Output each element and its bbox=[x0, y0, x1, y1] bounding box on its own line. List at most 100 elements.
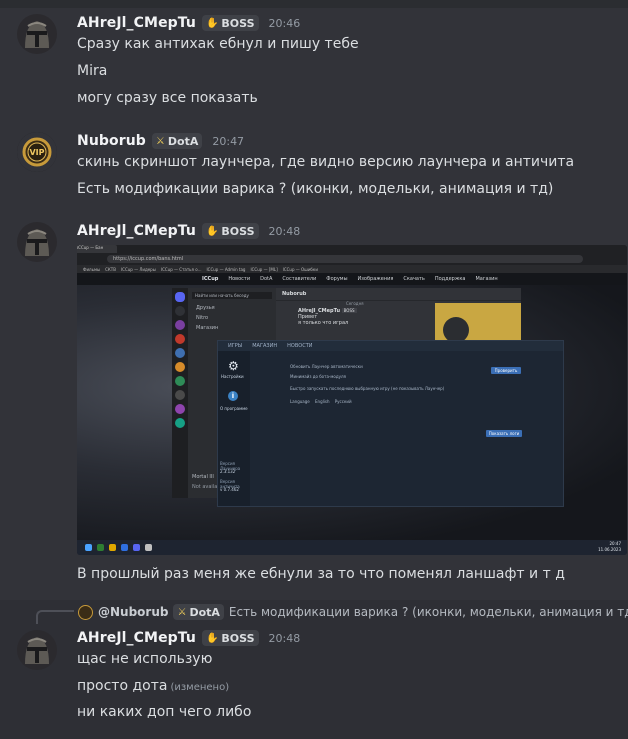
message-line-edited: просто дота (изменено) bbox=[77, 678, 229, 694]
bookmark-item[interactable]: СКТВ bbox=[105, 267, 116, 272]
language-option[interactable]: Русский bbox=[335, 399, 352, 404]
language-row: Language English Русский bbox=[290, 399, 352, 404]
message-line: ни каких доп чего либо bbox=[77, 704, 252, 720]
browser-chrome: ICCup — Бан https://iccup.com/bans.html … bbox=[77, 245, 627, 273]
taskbar-app-icon[interactable] bbox=[121, 544, 128, 551]
browser-tab[interactable]: ICCup — Бан bbox=[77, 245, 117, 253]
bookmark-item[interactable]: Фильмы bbox=[83, 267, 100, 272]
site-nav-item[interactable]: Новости bbox=[228, 276, 250, 282]
role-tag[interactable]: ✋ BOSS bbox=[201, 223, 259, 239]
reply-role-tag: ⚔ DotA bbox=[173, 604, 224, 620]
role-tag[interactable]: ✋ BOSS bbox=[201, 15, 259, 31]
author-name[interactable]: Nuborub bbox=[77, 133, 146, 149]
site-nav-item[interactable]: Изображения bbox=[358, 276, 394, 282]
taskbar-app-icon[interactable] bbox=[133, 544, 140, 551]
previous-message-strip bbox=[0, 0, 628, 8]
hand-icon: ✋ bbox=[205, 225, 219, 237]
avatar[interactable] bbox=[17, 14, 57, 54]
sword-icon: ⚔ bbox=[155, 135, 165, 147]
launcher-option[interactable]: Минимайз до бота-модуля bbox=[290, 374, 346, 379]
anticheat-version: v 0.7.462 bbox=[220, 487, 239, 492]
message-line: Есть модификации варика ? (иконки, модел… bbox=[77, 181, 554, 197]
url-bar[interactable]: https://iccup.com/bans.html bbox=[107, 255, 583, 263]
discord-channel[interactable]: Nitro bbox=[188, 313, 276, 323]
vip-badge-avatar-icon: VIP bbox=[17, 132, 57, 172]
discord-server-list bbox=[172, 288, 188, 498]
helmet-avatar-icon bbox=[17, 222, 57, 262]
site-nav-item[interactable]: DotA bbox=[260, 276, 272, 282]
discord-chat-title: Nuborub bbox=[276, 288, 521, 301]
discord-channel[interactable]: Магазин bbox=[188, 323, 276, 333]
bookmark-item[interactable]: ICCup — Лидеры bbox=[121, 267, 156, 272]
reply-author[interactable]: @Nuborub bbox=[98, 605, 168, 619]
launcher-side-item[interactable]: Настройки bbox=[221, 374, 244, 379]
site-nav-item[interactable]: Поддержка bbox=[435, 276, 466, 282]
clock-date: 11.06.2023 bbox=[598, 547, 621, 552]
site-nav-item[interactable]: Магазин bbox=[475, 276, 497, 282]
bookmark-item[interactable]: ICCup — [ML] bbox=[250, 267, 277, 272]
show-logs-button[interactable]: Показать логи bbox=[486, 430, 522, 437]
reply-text[interactable]: Есть модификации варика ? (иконки, модел… bbox=[229, 605, 628, 619]
message-2: VIP Nuborub ⚔ DotA 20:47 скинь скриншот … bbox=[0, 128, 628, 208]
taskbar-app-icon[interactable] bbox=[109, 544, 116, 551]
taskbar-app-icon[interactable] bbox=[97, 544, 104, 551]
avatar[interactable] bbox=[17, 222, 57, 262]
launcher-tab[interactable]: ИГРЫ bbox=[228, 343, 242, 349]
message-line: Сразу как антихак ебнул и пишу тебе bbox=[77, 36, 359, 52]
language-option[interactable]: English bbox=[315, 399, 329, 404]
bookmark-item[interactable]: ICCup — Ошибки bbox=[283, 267, 318, 272]
role-tag[interactable]: ✋ BOSS bbox=[201, 630, 259, 646]
role-tag-label: BOSS bbox=[221, 631, 255, 645]
site-nav-item[interactable]: Скачать bbox=[403, 276, 424, 282]
reply-avatar bbox=[78, 604, 93, 620]
svg-text:VIP: VIP bbox=[29, 148, 44, 157]
taskbar-clock[interactable]: 20:47 11.06.2023 bbox=[598, 541, 621, 553]
author-name[interactable]: AHreJl_CMepTu bbox=[77, 15, 196, 31]
role-tag-label: BOSS bbox=[221, 16, 255, 30]
launcher-tab[interactable]: МАГАЗИН bbox=[252, 343, 277, 349]
message-header: AHreJl_CMepTu ✋ BOSS 20:46 bbox=[77, 13, 300, 33]
iccup-launcher-window: ИГРЫ МАГАЗИН НОВОСТИ ⚙ Настройки i О про… bbox=[217, 340, 564, 507]
role-tag[interactable]: ⚔ DotA bbox=[151, 133, 203, 149]
taskbar-app-icon[interactable] bbox=[145, 544, 152, 551]
launcher-sidebar: ⚙ Настройки i О программе Версия Лаунчер… bbox=[218, 351, 250, 506]
avatar[interactable] bbox=[17, 630, 57, 670]
helmet-avatar-icon bbox=[17, 630, 57, 670]
helmet-avatar-icon bbox=[17, 14, 57, 54]
bookmark-item[interactable]: ICCup — Статья о... bbox=[161, 267, 202, 272]
author-name[interactable]: AHreJl_CMepTu bbox=[77, 223, 196, 239]
discord-channel[interactable]: Друзья bbox=[188, 303, 276, 313]
gear-icon[interactable]: ⚙ bbox=[228, 359, 239, 373]
launcher-side-item[interactable]: О программе bbox=[220, 406, 248, 411]
info-icon[interactable]: i bbox=[228, 391, 238, 401]
reply-preview[interactable]: @Nuborub ⚔ DotA Есть модификации варика … bbox=[78, 604, 628, 620]
site-logo[interactable]: ICCup bbox=[202, 276, 218, 282]
author-name[interactable]: AHreJl_CMepTu bbox=[77, 630, 196, 646]
screenshot-attachment[interactable]: ICCup — Бан https://iccup.com/bans.html … bbox=[77, 245, 627, 555]
message-line: щас не использую bbox=[77, 651, 213, 667]
windows-start-icon[interactable] bbox=[85, 544, 92, 551]
launcher-tabs: ИГРЫ МАГАЗИН НОВОСТИ bbox=[218, 341, 563, 351]
site-navigation: ICCup Новости DotA Составители Форумы Из… bbox=[77, 273, 627, 285]
launcher-option[interactable]: Быстро запускать последнюю выбранную игр… bbox=[290, 386, 444, 391]
bookmark-item[interactable]: ICCup — Admin tag bbox=[206, 267, 245, 272]
launcher-tab[interactable]: НОВОСТИ bbox=[287, 343, 312, 349]
launcher-option[interactable]: Обновить Лаунчер автоматически bbox=[290, 364, 363, 369]
role-tag-label: DotA bbox=[167, 134, 199, 148]
timestamp: 20:48 bbox=[268, 224, 301, 238]
message-header: AHreJl_CMepTu ✋ BOSS 20:48 bbox=[77, 628, 300, 648]
hand-icon: ✋ bbox=[205, 17, 219, 29]
role-tag-label: BOSS bbox=[221, 224, 255, 238]
timestamp: 20:46 bbox=[268, 16, 301, 30]
check-button[interactable]: Проверить bbox=[491, 367, 521, 374]
launcher-version: 2.3.132 bbox=[220, 469, 236, 474]
site-nav-item[interactable]: Составители bbox=[282, 276, 316, 282]
discord-user-label[interactable]: Mortal III bbox=[192, 474, 214, 480]
message-4-highlight: @Nuborub ⚔ DotA Есть модификации варика … bbox=[0, 600, 628, 739]
reply-role-tag-label: DotA bbox=[189, 605, 220, 619]
site-nav-item[interactable]: Форумы bbox=[326, 276, 347, 282]
message-header: Nuborub ⚔ DotA 20:47 bbox=[77, 131, 244, 151]
hand-icon: ✋ bbox=[205, 632, 219, 644]
discord-search[interactable]: Найти или начать беседу bbox=[192, 292, 272, 299]
avatar[interactable]: VIP bbox=[17, 132, 57, 172]
